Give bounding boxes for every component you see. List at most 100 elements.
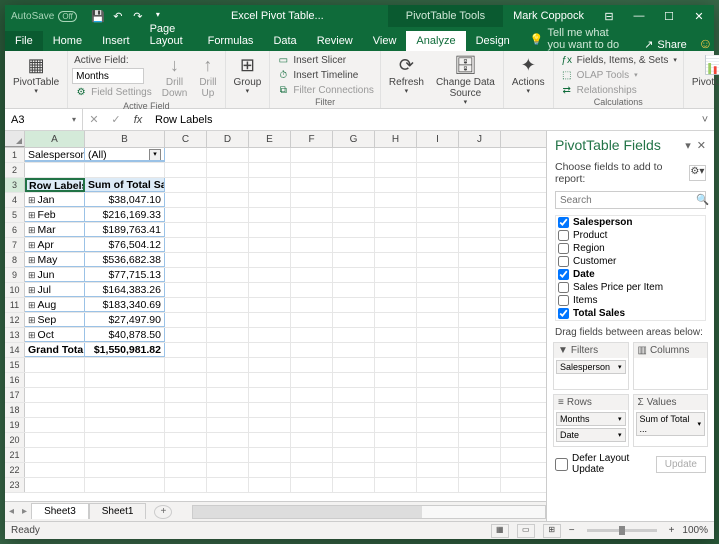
cell[interactable]: $183,340.69 — [85, 298, 165, 312]
cell[interactable] — [459, 298, 501, 312]
cell[interactable] — [333, 433, 375, 447]
field-checkbox[interactable] — [558, 230, 569, 241]
insert-timeline-button[interactable]: ⏱Insert Timeline — [274, 68, 376, 82]
cell[interactable] — [165, 163, 207, 177]
cell[interactable] — [333, 373, 375, 387]
cell[interactable] — [375, 478, 417, 492]
cell-grid[interactable]: 1Salesperson(All)▾23Row Labels▾Sum of To… — [5, 148, 546, 501]
cell[interactable] — [291, 268, 333, 282]
expand-icon[interactable]: ⊞ — [28, 210, 36, 220]
cell[interactable] — [25, 163, 85, 177]
cell[interactable] — [417, 193, 459, 207]
row-header[interactable]: 12 — [5, 313, 25, 327]
cell[interactable] — [85, 373, 165, 387]
cell[interactable] — [249, 298, 291, 312]
cell[interactable] — [375, 223, 417, 237]
cell[interactable] — [291, 373, 333, 387]
cell[interactable] — [85, 388, 165, 402]
cell[interactable] — [459, 223, 501, 237]
cell[interactable]: $40,878.50 — [85, 328, 165, 342]
cell[interactable]: Row Labels▾ — [25, 178, 85, 192]
cell[interactable] — [25, 418, 85, 432]
cell[interactable] — [333, 358, 375, 372]
cell[interactable]: Sum of Total Sales — [85, 178, 165, 192]
cell[interactable] — [249, 403, 291, 417]
expand-icon[interactable]: ⊞ — [28, 240, 36, 250]
field-checkbox[interactable] — [558, 282, 569, 293]
cell[interactable] — [417, 298, 459, 312]
cell[interactable] — [207, 463, 249, 477]
cell[interactable] — [165, 463, 207, 477]
cell[interactable] — [459, 163, 501, 177]
cell[interactable] — [459, 403, 501, 417]
cell[interactable] — [25, 478, 85, 492]
cell[interactable] — [165, 208, 207, 222]
cell[interactable] — [207, 448, 249, 462]
cell[interactable]: ⊞Apr — [25, 238, 85, 252]
minimize-icon[interactable]: — — [624, 10, 654, 23]
olap-tools-button[interactable]: ⬚OLAP Tools▾ — [558, 68, 679, 82]
sheet-tab-active[interactable]: Sheet3 — [31, 503, 89, 519]
cell[interactable] — [417, 448, 459, 462]
cell[interactable] — [333, 178, 375, 192]
cell[interactable] — [459, 313, 501, 327]
cell[interactable] — [375, 238, 417, 252]
cell[interactable] — [165, 403, 207, 417]
col-header[interactable]: D — [207, 131, 249, 147]
insert-slicer-button[interactable]: ▭Insert Slicer — [274, 53, 376, 67]
cell[interactable] — [165, 253, 207, 267]
tab-page-layout[interactable]: Page Layout — [140, 19, 198, 51]
cell[interactable] — [249, 328, 291, 342]
zoom-level[interactable]: 100% — [682, 525, 708, 536]
expand-icon[interactable]: ⊞ — [28, 225, 36, 235]
cell[interactable] — [375, 148, 417, 162]
cell[interactable] — [459, 238, 501, 252]
cell[interactable] — [25, 373, 85, 387]
cell[interactable] — [459, 388, 501, 402]
cell[interactable] — [291, 193, 333, 207]
cell[interactable] — [333, 343, 375, 357]
cell[interactable] — [85, 163, 165, 177]
cell[interactable] — [375, 343, 417, 357]
cell[interactable] — [249, 313, 291, 327]
cell[interactable] — [291, 313, 333, 327]
tab-design[interactable]: Design — [466, 31, 520, 51]
cell[interactable] — [375, 298, 417, 312]
cell[interactable] — [333, 403, 375, 417]
cell[interactable] — [375, 403, 417, 417]
name-box[interactable]: A3▾ — [5, 109, 83, 130]
tab-formulas[interactable]: Formulas — [198, 31, 264, 51]
cell[interactable] — [417, 223, 459, 237]
cell[interactable] — [417, 373, 459, 387]
cell[interactable]: $164,383.26 — [85, 283, 165, 297]
cell[interactable] — [333, 253, 375, 267]
row-header[interactable]: 3 — [5, 178, 25, 192]
cell[interactable]: ⊞Oct — [25, 328, 85, 342]
cell[interactable] — [375, 163, 417, 177]
cell[interactable] — [333, 268, 375, 282]
row-header[interactable]: 13 — [5, 328, 25, 342]
cell[interactable] — [291, 238, 333, 252]
cell[interactable] — [207, 418, 249, 432]
cell[interactable] — [207, 358, 249, 372]
cell[interactable] — [375, 283, 417, 297]
area-field-chip[interactable]: Sum of Total ...▾ — [636, 412, 706, 436]
cell[interactable] — [207, 403, 249, 417]
ribbon-options-icon[interactable]: ⊟ — [594, 10, 624, 23]
cell[interactable] — [165, 388, 207, 402]
cell[interactable]: ⊞Aug — [25, 298, 85, 312]
cell[interactable] — [85, 448, 165, 462]
cell[interactable]: Grand Total — [25, 343, 85, 357]
row-header[interactable]: 20 — [5, 433, 25, 447]
col-header[interactable]: A — [25, 131, 85, 147]
area-field-chip[interactable]: Salesperson▾ — [556, 360, 626, 374]
cell[interactable] — [207, 238, 249, 252]
cell[interactable] — [165, 433, 207, 447]
cell[interactable] — [165, 478, 207, 492]
select-all-corner[interactable] — [5, 131, 25, 147]
expand-icon[interactable]: ⊞ — [28, 300, 36, 310]
pane-close-icon[interactable]: ✕ — [697, 139, 706, 152]
cell[interactable] — [249, 463, 291, 477]
cell[interactable] — [375, 358, 417, 372]
row-header[interactable]: 4 — [5, 193, 25, 207]
